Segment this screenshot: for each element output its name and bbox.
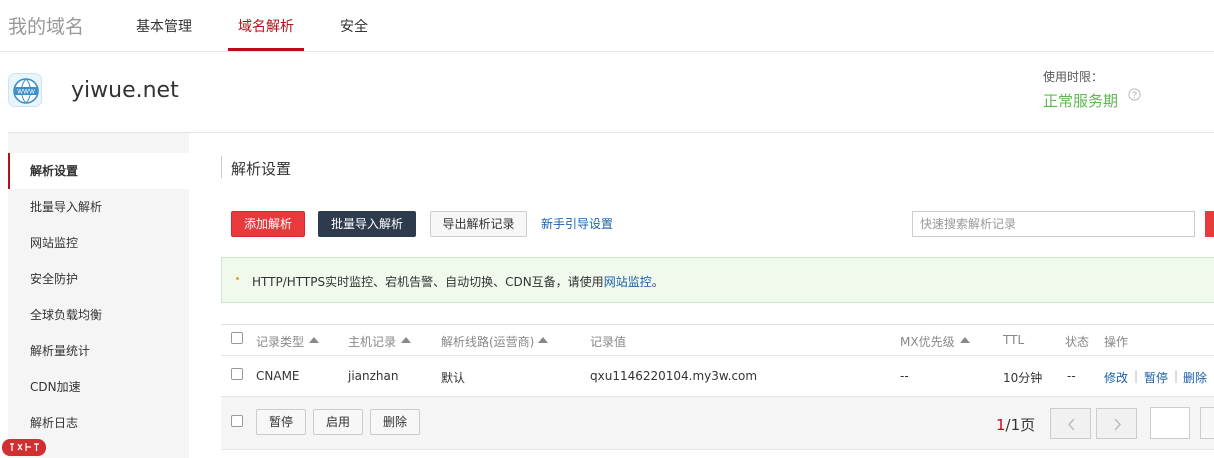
batch-pause-button[interactable]: 暂停 [256,409,306,435]
chevron-right-icon [1114,418,1121,431]
delete-record-link[interactable]: 删除 [1183,369,1207,386]
prev-page-button[interactable] [1050,408,1091,439]
cell-line: 默认 [441,371,466,385]
row-checkbox[interactable] [231,368,243,380]
sidebar-item-global-load-balancing[interactable]: 全球负载均衡 [8,297,189,333]
chevron-left-icon [1068,418,1075,431]
page-indicator: 1/1页 [996,414,1035,435]
total-pages: /1页 [1005,416,1036,434]
search-input[interactable] [912,211,1195,237]
header-record-value: 记录值 [590,335,627,349]
footer-select-all-checkbox[interactable] [231,415,243,427]
go-to-page-button[interactable] [1200,407,1214,439]
cell-ttl: 10分钟 [1003,371,1043,385]
beginner-guide-link[interactable]: 新手引导设置 [541,215,613,232]
service-term-status: 正常服务期 [1043,92,1119,110]
sidebar-item-dns-settings[interactable]: 解析设置 [8,153,189,189]
domain-name: yiwue.net [71,78,179,103]
site-monitor-link[interactable]: 网站监控 [604,275,652,289]
page-number-input[interactable] [1150,407,1190,439]
current-page: 1 [996,416,1006,434]
notice-message: HTTP/HTTPS实时监控、宕机告警、自动切换、CDN互备，请使用 [252,275,604,289]
sidebar-item-site-monitor[interactable]: 网站监控 [8,225,189,261]
sidebar-item-cdn[interactable]: CDN加速 [8,369,189,405]
help-question-icon[interactable] [1128,88,1141,101]
brand-title: 我的域名 [8,16,85,38]
cell-status: -- [1067,369,1076,383]
batch-import-button[interactable]: 批量导入解析 [318,211,416,237]
notice-text: HTTP/HTTPS实时监控、宕机告警、自动切换、CDN互备，请使用网站监控。 [252,273,664,290]
batch-enable-button[interactable]: 启用 [313,409,363,435]
header-status: 状态 [1065,335,1090,349]
cell-record-type: CNAME [256,369,300,383]
op-separator: | [1134,369,1139,383]
header-operations: 操作 [1104,335,1129,349]
sort-asc-icon[interactable] [960,337,970,343]
www-globe-icon: WWW [8,73,42,107]
active-tab-indicator [228,48,304,51]
search-button[interactable] [1205,211,1214,237]
sort-asc-icon[interactable] [538,337,548,343]
watermark-logo [2,439,46,456]
sidebar-item-batch-import[interactable]: 批量导入解析 [8,189,189,225]
section-title: 解析设置 [231,160,292,178]
sort-asc-icon[interactable] [309,337,319,343]
header-host[interactable]: 主机记录 [348,333,396,350]
sidebar-item-security-protection[interactable]: 安全防护 [8,261,189,297]
header-line[interactable]: 解析线路(运营商) [441,333,534,350]
sort-asc-icon[interactable] [401,337,411,343]
op-separator: | [1174,369,1179,383]
svg-text:WWW: WWW [17,89,35,96]
top-nav: 我的域名 基本管理 域名解析 安全 [0,0,1214,52]
sidebar-item-dns-log[interactable]: 解析日志 [8,405,189,441]
batch-delete-button[interactable]: 删除 [370,409,420,435]
cell-record-value: qxu1146220104.my3w.com [590,369,758,383]
cell-mx-priority: -- [900,369,909,383]
tab-basic-management[interactable]: 基本管理 [136,16,192,36]
service-term-label: 使用时限： [1043,70,1104,84]
header-mx-priority[interactable]: MX优先级 [900,333,955,350]
add-record-button[interactable]: 添加解析 [231,211,305,237]
header-record-type[interactable]: 记录类型 [256,333,304,350]
pause-record-link[interactable]: 暂停 [1144,369,1168,386]
sidebar: 解析设置 批量导入解析 网站监控 安全防护 全球负载均衡 解析量统计 CDN加速… [8,133,189,458]
tab-dns-resolution[interactable]: 域名解析 [238,16,294,36]
table-top-border [221,324,1214,325]
cell-host: jianzhan [348,369,399,383]
edit-record-link[interactable]: 修改 [1104,369,1128,386]
notice-period: 。 [651,275,664,289]
notice-bullet-icon [236,277,239,280]
export-records-button[interactable]: 导出解析记录 [430,211,527,237]
header-ttl: TTL [1003,333,1025,347]
table-header-divider [221,355,1214,356]
section-title-bar [221,156,222,178]
next-page-button[interactable] [1096,408,1137,439]
select-all-checkbox[interactable] [231,332,243,344]
sidebar-item-query-stats[interactable]: 解析量统计 [8,333,189,369]
tab-security[interactable]: 安全 [340,16,368,36]
